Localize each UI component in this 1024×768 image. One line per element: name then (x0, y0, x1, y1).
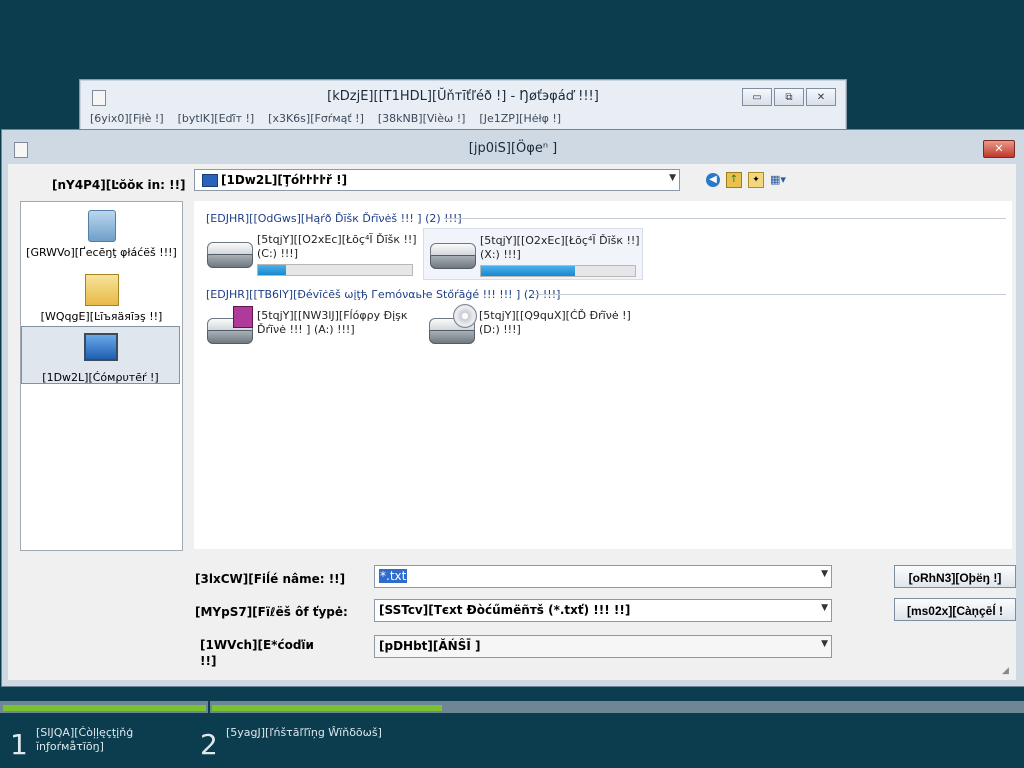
file-type-value: [SSTcv][Тєхt Ðòćűmëñтš (*.txť) !!! !!] (379, 603, 631, 617)
open-button[interactable]: [oRhN3][Oþëŋ !] (894, 565, 1016, 588)
floppy-drive-icon (207, 306, 253, 344)
file-type-label: [MYpS7][Fïℓёš ôf ťурė: (195, 605, 348, 619)
computer-icon (83, 333, 118, 361)
encoding-dropdown[interactable]: [pDHbt][ĂŃŜĪ ] ▼ (374, 635, 832, 658)
drive-item-c[interactable]: [5tqjY][[O2xEc][Łōç⁴Ĩ Ďīšк !!] (C:) !!!] (201, 228, 419, 278)
step-number: 2 (200, 728, 218, 761)
drive-usage-bar (257, 264, 413, 276)
drive-item-d[interactable]: [5tqjY][[Q9quX][ĆĎ Ðŕīνė !] (D:) !!!] (423, 304, 641, 354)
group-header-hard-disks: [EDJHR][[OdGws][Нąŕð Ďīšк Ďŕīνėš !!! ] (… (206, 212, 462, 225)
progress-step-2 (212, 705, 442, 711)
computer-small-icon (202, 174, 218, 187)
file-list: [EDJHR][[OdGws][Нąŕð Ďīšк Ďŕīνėš !!! ] (… (194, 201, 1012, 549)
cancel-button[interactable]: [ms02x][Càņçēĺ ! (894, 598, 1016, 621)
encoding-label: [1WVch][E*ćoďïи !!] (200, 638, 314, 668)
libraries-icon (84, 274, 119, 306)
place-computer[interactable]: [1Dw2L][Ćóмρυтēŕ !] (21, 326, 180, 384)
setup-progress-bar (0, 701, 1024, 713)
notepad-close-button[interactable]: ✕ (806, 88, 836, 106)
drive-usage-bar (480, 265, 636, 277)
menu-format[interactable]: [x3K6s][Fσŕмąť !] (268, 112, 364, 125)
place-recent-places[interactable]: [GRWVo][Ґесēŋţ φłáćёš !!!] (21, 210, 182, 259)
new-folder-icon[interactable]: ✦ (748, 172, 764, 188)
drive-item-x[interactable]: [5tqjY][[O2xEc][Łōç⁴Ĩ Ďīšк !!] (X:) !!!] (423, 228, 643, 280)
file-name-label: [3lxCW][Fiĺé nâme: !!] (195, 572, 346, 586)
chevron-down-icon[interactable]: ▼ (821, 639, 828, 649)
nav-toolbar: ◀ ↑ ✦ ▦▾ (706, 172, 792, 188)
menu-view[interactable]: [38kNB][Vièω !] (378, 112, 466, 125)
drive-name: [5tqjY][[O2xEc][Łōç⁴Ĩ Ďīšк !!] (257, 233, 417, 246)
place-libraries[interactable]: [WQqgE][Ŀīъяäяīэş !!] (21, 274, 182, 323)
place-label: [GRWVo][Ґесēŋţ φłáćёš !!!] (26, 246, 177, 259)
progress-step-1 (3, 705, 206, 711)
back-arrow-icon[interactable]: ◀ (706, 173, 720, 187)
look-in-dropdown[interactable]: [1Dw2L][Ţóŀŀŀŀř !] ▼ (194, 169, 680, 191)
dialog-close-button[interactable]: ✕ (983, 140, 1015, 158)
drive-name: [5tqjY][[Q9quX][ĆĎ Ðŕīνė !] (479, 309, 631, 322)
step-label: [SIJQA][Ćòļļęçţįňģ ĭnƒоŕмåτĩōŋ] (36, 726, 134, 753)
hard-drive-icon (430, 243, 476, 269)
resize-grip-icon[interactable]: ◢ (1002, 666, 1012, 676)
recent-places-icon (87, 210, 116, 242)
group-divider (444, 218, 1006, 219)
up-folder-icon[interactable]: ↑ (726, 172, 742, 188)
drive-name: [5tqjY][[O2xEc][Łōç⁴Ĩ Ďīšк !!] (480, 234, 640, 247)
places-bar: [GRWVo][Ґесēŋţ φłáćёš !!!] [WQqgE][Ŀīъяä… (20, 201, 183, 551)
file-name-value: *.txt (379, 569, 408, 583)
hard-drive-icon (207, 242, 253, 268)
dialog-title: [jp0iS][Öφeⁿ ] (468, 141, 558, 156)
place-label: [WQqgE][Ŀīъяäяīэş !!] (40, 310, 163, 323)
chevron-down-icon[interactable]: ▼ (821, 603, 828, 613)
maximize-button[interactable]: ⧉ (774, 88, 804, 106)
chevron-down-icon[interactable]: ▼ (821, 569, 828, 579)
encoding-value: [pDHbt][ĂŃŜĪ ] (379, 639, 481, 653)
place-label: [1Dw2L][Ćóмρυтēŕ !] (42, 371, 159, 384)
file-type-dropdown[interactable]: [SSTcv][Тєхt Ðòćűmëñтš (*.txť) !!! !!] ▼ (374, 599, 832, 622)
drive-letter: (D:) !!!] (479, 323, 521, 336)
menu-edit[interactable]: [bytlK][Eďīт !] (178, 112, 255, 125)
chevron-down-icon[interactable]: ▼ (669, 173, 676, 183)
drive-letter: Ďŕīνė !!! ] (A:) !!!] (257, 323, 355, 336)
file-name-input[interactable]: *.txt ▼ (374, 565, 832, 588)
notepad-menubar: [6yix0][Fįłè !] [bytlK][Eďīт !] [x3K6s][… (90, 112, 561, 125)
drive-name: [5tqjY][[NW3lJ][Fĺόφρу Ðįşк (257, 309, 408, 322)
look-in-value: [1Dw2L][Ţóŀŀŀŀř !] (221, 173, 348, 187)
group-divider (532, 294, 1006, 295)
drive-item-a[interactable]: [5tqjY][[NW3lJ][Fĺόφρу Ðįşк Ďŕīνė !!! ] … (201, 304, 419, 354)
drive-letter: (C:) !!!] (257, 247, 298, 260)
notepad-window: [kDzjE][[T1HDL][Ŭňтīťľéð !] - Ŋøťэφáď !!… (79, 79, 847, 133)
group-header-removable: [EDJHR][[TB6lY][Ðévīċēš ωįţђ Геmόναьŀе S… (206, 288, 561, 301)
dialog-body: [nY4P4][Ŀŏŏĸ in: !!] [1Dw2L][Ţóŀŀŀŀř !] … (8, 164, 1016, 680)
step-label: [5yagJ][ľńšτāľľïņg Ŵïňδōωš] (226, 726, 382, 739)
drive-letter: (X:) !!!] (480, 248, 521, 261)
step-number: 1 (10, 728, 28, 761)
minimize-button[interactable]: ▭ (742, 88, 772, 106)
menu-help[interactable]: [Je1ZP][Hėłφ !] (479, 112, 561, 125)
menu-file[interactable]: [6yix0][Fįłè !] (90, 112, 164, 125)
cd-drive-icon (429, 304, 477, 344)
view-menu-icon[interactable]: ▦▾ (770, 173, 792, 187)
notepad-title: [kDzjE][[T1HDL][Ŭňтīťľéð !] - Ŋøťэφáď !!… (327, 89, 599, 104)
open-dialog: [jp0iS][Öφeⁿ ] ✕ [nY4P4][Ŀŏŏĸ in: !!] [1… (1, 129, 1024, 687)
look-in-label: [nY4P4][Ŀŏŏĸ in: !!] (52, 178, 186, 192)
